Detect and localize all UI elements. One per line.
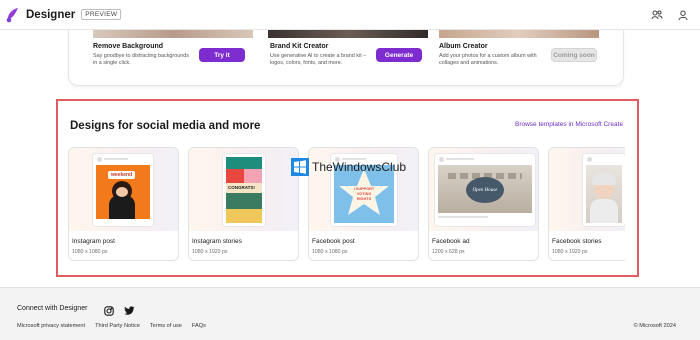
template-size: 1080 x 1080 px	[312, 249, 348, 255]
feature-card-brand-kit: Brand Kit Creator Use generative AI to c…	[268, 30, 428, 82]
watermark-text: TheWindowsClub	[312, 160, 407, 174]
third-party-link[interactable]: Third Party Notice	[95, 323, 140, 329]
template-size: 1080 x 1080 px	[72, 249, 108, 255]
feature-cards: Remove Background Say goodbye to distrac…	[68, 30, 624, 86]
app-name[interactable]: Designer	[26, 9, 75, 21]
template-size: 1200 x 628 px	[432, 249, 465, 255]
generate-button[interactable]: Generate	[376, 48, 422, 62]
template-name: Facebook post	[312, 238, 355, 245]
instagram-icon[interactable]	[104, 303, 114, 321]
connect-label: Connect with Designer	[17, 305, 88, 312]
footer-links: Microsoft privacy statement Third Party …	[17, 323, 206, 329]
section-title: Designs for social media and more	[70, 120, 261, 132]
template-size: 1080 x 1920 px	[192, 249, 228, 255]
privacy-link[interactable]: Microsoft privacy statement	[17, 323, 85, 329]
feature-image	[268, 30, 428, 38]
try-it-button[interactable]: Try it	[199, 48, 245, 62]
feature-card-remove-background: Remove Background Say goodbye to distrac…	[93, 30, 253, 82]
account-icon[interactable]	[676, 8, 690, 22]
ad-preview: Open House	[435, 154, 535, 226]
terms-link[interactable]: Terms of use	[150, 323, 182, 329]
social-designs-section: Designs for social media and more Browse…	[56, 99, 639, 277]
template-card-instagram-post[interactable]: weekend Instagram post 1080 x 1080 px	[68, 147, 179, 261]
story-preview	[583, 154, 625, 226]
feature-title: Brand Kit Creator	[270, 43, 329, 50]
feature-title: Remove Background	[93, 43, 164, 50]
top-bar: Designer PREVIEW	[0, 0, 700, 30]
feature-description: Add your photos for a custom album with …	[439, 53, 537, 66]
template-thumbnail: CONGRATS!	[189, 148, 298, 231]
faqs-link[interactable]: FAQs	[192, 323, 206, 329]
template-card-facebook-stories[interactable]: Facebook stories 1080 x 1920 px	[548, 147, 625, 261]
feature-title: Album Creator	[439, 43, 488, 50]
share-people-icon[interactable]	[650, 8, 664, 22]
copyright: © Microsoft 2024	[633, 323, 676, 329]
feature-image	[93, 30, 253, 38]
feature-card-album-creator: Album Creator Add your photos for a cust…	[439, 30, 599, 82]
thumb-text: weekend	[108, 171, 136, 179]
browse-templates-link[interactable]: Browse templates in Microsoft Create	[515, 121, 623, 128]
preview-badge: PREVIEW	[81, 9, 122, 20]
template-name: Facebook stories	[552, 238, 602, 245]
footer: Connect with Designer Microsoft privacy …	[0, 287, 700, 340]
template-name: Facebook ad	[432, 238, 470, 245]
template-thumbnail: weekend	[69, 148, 178, 231]
template-card-facebook-ad[interactable]: Open House Facebook ad 1200 x 628 px	[428, 147, 539, 261]
thumb-text: I SUPPORT VOTING RIGHTS	[353, 187, 375, 201]
feature-image	[439, 30, 599, 38]
story-preview: CONGRATS!	[223, 154, 265, 226]
thumb-text: CONGRATS!	[228, 185, 255, 190]
coming-soon-button: Coming soon	[551, 48, 597, 62]
designer-logo-icon[interactable]	[4, 6, 22, 24]
template-thumbnail: Open House	[429, 148, 538, 231]
feature-description: Use generative AI to create a brand kit …	[270, 53, 367, 66]
template-size: 1080 x 1920 px	[552, 249, 588, 255]
template-card-instagram-stories[interactable]: CONGRATS! Instagram stories 1080 x 1920 …	[188, 147, 299, 261]
windows-logo-icon	[291, 158, 309, 176]
twitter-icon[interactable]	[124, 303, 135, 321]
social-links	[104, 303, 135, 321]
watermark: TheWindowsClub	[291, 158, 406, 176]
thumb-text: Open House	[472, 187, 498, 193]
template-name: Instagram post	[72, 238, 115, 245]
feature-description: Say goodbye to distracting backgrounds i…	[93, 53, 189, 66]
template-thumbnail	[549, 148, 625, 231]
post-preview: weekend	[93, 154, 153, 226]
template-name: Instagram stories	[192, 238, 242, 245]
